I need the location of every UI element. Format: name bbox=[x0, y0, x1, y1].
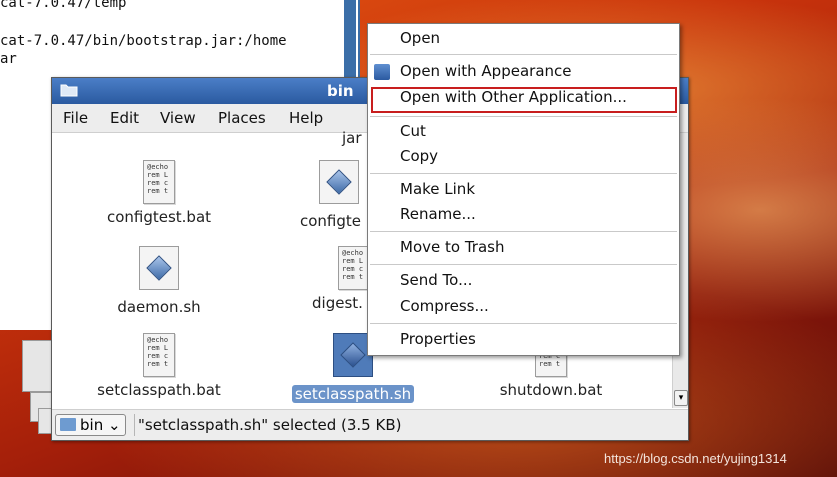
terminal-line: cat-7.0.47/bin/bootstrap.jar:/home bbox=[0, 33, 287, 49]
file-name: configtest.bat bbox=[106, 208, 212, 226]
menu-item-label: Open with Appearance bbox=[400, 62, 572, 80]
menu-item-copy[interactable]: Copy bbox=[400, 146, 438, 166]
file-thumbnail-text: @echo rem L rem c rem t bbox=[147, 163, 169, 195]
menu-file[interactable]: File bbox=[63, 109, 88, 127]
menu-item-label: Compress... bbox=[400, 297, 489, 315]
menu-help[interactable]: Help bbox=[289, 109, 323, 127]
location-label: bin bbox=[80, 416, 104, 434]
menu-item-send-to[interactable]: Send To... bbox=[400, 270, 472, 290]
divider bbox=[370, 264, 677, 265]
menu-item-move-to-trash[interactable]: Move to Trash bbox=[400, 237, 504, 257]
folder-icon bbox=[60, 84, 78, 97]
status-bar: bin ⌄ "setclasspath.sh" selected (3.5 KB… bbox=[52, 409, 688, 440]
file-item[interactable]: @echo rem L rem c rem t configtest.bat bbox=[84, 160, 234, 226]
chevron-down-icon[interactable]: ▾ bbox=[674, 390, 688, 406]
menu-item-rename[interactable]: Rename... bbox=[400, 204, 476, 224]
background-window bbox=[22, 340, 54, 392]
menu-item-make-link[interactable]: Make Link bbox=[400, 179, 475, 199]
divider bbox=[370, 231, 677, 232]
menu-item-open[interactable]: Open bbox=[400, 28, 440, 48]
file-name: daemon.sh bbox=[117, 298, 201, 316]
file-name: setclasspath.bat bbox=[97, 381, 221, 399]
menu-item-label: Cut bbox=[400, 122, 426, 140]
menu-places[interactable]: Places bbox=[218, 109, 266, 127]
status-text: "setclasspath.sh" selected (3.5 KB) bbox=[138, 416, 402, 434]
file-name: shutdown.bat bbox=[499, 381, 603, 399]
appearance-icon bbox=[374, 64, 390, 80]
divider bbox=[370, 54, 677, 55]
file-name: setclasspath.sh bbox=[291, 385, 415, 403]
sh-file-icon bbox=[319, 160, 359, 204]
bat-file-icon: @echo rem L rem c rem t bbox=[143, 333, 175, 377]
menu-item-label: Properties bbox=[400, 330, 476, 348]
file-thumbnail-text: @echo rem L rem c rem t bbox=[147, 336, 169, 368]
partial-file-label: jar bbox=[342, 129, 362, 147]
watermark-text: https://blog.csdn.net/yujing1314 bbox=[604, 451, 787, 466]
location-button[interactable]: bin ⌄ bbox=[55, 414, 126, 436]
menu-item-label: Send To... bbox=[400, 271, 473, 289]
file-thumbnail-text: @echo rem L rem c rem t bbox=[342, 249, 364, 281]
menu-item-label: Copy bbox=[400, 147, 439, 165]
menu-item-properties[interactable]: Properties bbox=[400, 329, 476, 349]
divider bbox=[370, 116, 677, 117]
menu-item-label: Make Link bbox=[400, 180, 475, 198]
window-title: bin bbox=[327, 82, 354, 100]
menu-item-label: Open bbox=[400, 29, 441, 47]
terminal-line: ar bbox=[0, 51, 17, 67]
file-item[interactable]: daemon.sh bbox=[84, 246, 234, 316]
terminal-line: cat-7.0.47/temp bbox=[0, 0, 127, 11]
menu-edit[interactable]: Edit bbox=[110, 109, 139, 127]
bat-file-icon: @echo rem L rem c rem t bbox=[143, 160, 175, 204]
menu-item-cut[interactable]: Cut bbox=[400, 121, 426, 141]
context-menu: Open Open with Appearance Open with Othe… bbox=[367, 23, 680, 356]
menu-view[interactable]: View bbox=[160, 109, 196, 127]
highlight-box bbox=[371, 87, 677, 113]
divider bbox=[134, 414, 135, 436]
sh-file-icon bbox=[139, 246, 179, 290]
folder-icon bbox=[60, 418, 76, 431]
file-item[interactable]: @echo rem L rem c rem t setclasspath.bat bbox=[84, 333, 234, 399]
divider bbox=[370, 323, 677, 324]
bat-file-icon: @echo rem L rem c rem t bbox=[338, 246, 370, 290]
chevron-down-icon: ⌄ bbox=[107, 416, 121, 434]
menu-item-compress[interactable]: Compress... bbox=[400, 296, 489, 316]
menu-item-label: Rename... bbox=[400, 205, 476, 223]
menu-item-open-with-appearance[interactable]: Open with Appearance bbox=[400, 61, 572, 81]
divider bbox=[370, 173, 677, 174]
menu-item-label: Move to Trash bbox=[400, 238, 505, 256]
